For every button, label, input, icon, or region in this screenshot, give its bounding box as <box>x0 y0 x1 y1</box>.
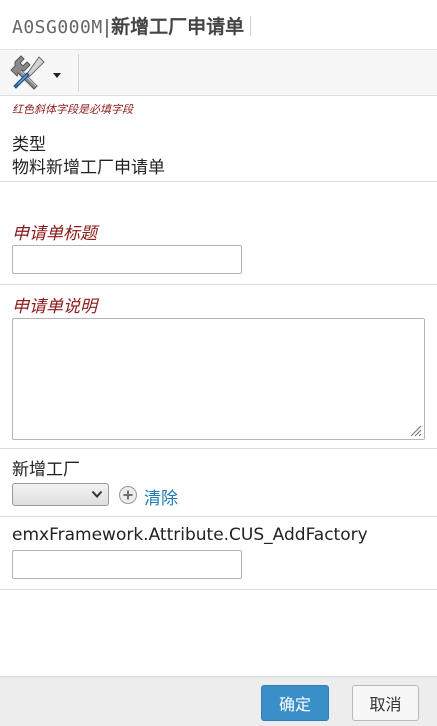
title-input[interactable] <box>12 245 242 274</box>
title-field: 申请单标题 <box>0 182 437 285</box>
attribute-label: emxFramework.Attribute.CUS_AddFactory <box>12 525 368 545</box>
description-field: 申请单说明 <box>0 285 437 449</box>
toolbar-separator <box>78 54 79 92</box>
form-dialog: A0SG000M|新增工厂申请单 红色斜体字段是必填字段 类型 物料新增工厂申请… <box>0 0 437 726</box>
dialog-footer: 确定 取消 <box>0 676 437 726</box>
caret-down-icon <box>53 73 61 78</box>
ok-button[interactable]: 确定 <box>261 685 329 721</box>
factory-field: 新增工厂 清除 <box>0 449 437 517</box>
factory-label: 新增工厂 <box>12 460 80 480</box>
required-fields-hint: 红色斜体字段是必填字段 <box>12 103 133 116</box>
tools-menu-button[interactable] <box>9 54 67 92</box>
description-label: 申请单说明 <box>12 297 97 317</box>
plus-circle-icon[interactable] <box>118 485 138 505</box>
title-divider <box>250 16 252 36</box>
cancel-button[interactable]: 取消 <box>352 685 419 721</box>
type-label: 类型 <box>12 135 46 155</box>
attribute-input[interactable] <box>12 550 242 579</box>
page-title: 新增工厂申请单 <box>111 16 245 38</box>
clear-link[interactable]: 清除 <box>144 484 178 509</box>
factory-select[interactable] <box>12 483 109 506</box>
wrench-screwdriver-icon <box>10 55 61 90</box>
chevron-down-icon <box>91 490 103 498</box>
description-textarea[interactable] <box>12 318 425 440</box>
attribute-field: emxFramework.Attribute.CUS_AddFactory <box>0 517 437 590</box>
page-code: A0SG000M <box>12 17 103 38</box>
type-value: 物料新增工厂申请单 <box>12 158 165 178</box>
resize-grip-icon[interactable] <box>408 423 422 437</box>
title-separator: | <box>103 16 111 38</box>
toolbar <box>0 50 437 96</box>
title-bar: A0SG000M|新增工厂申请单 <box>0 0 437 50</box>
type-field: 类型 物料新增工厂申请单 <box>0 120 437 182</box>
title-label: 申请单标题 <box>12 224 97 244</box>
